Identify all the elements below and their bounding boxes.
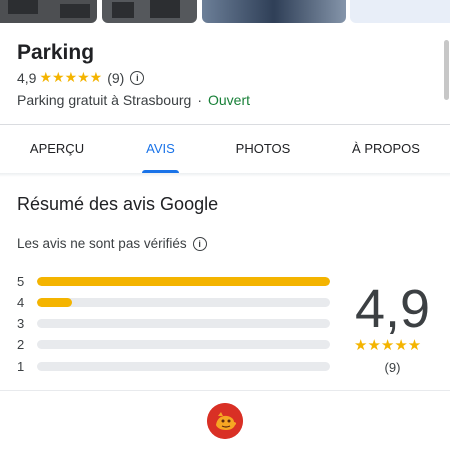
review-count: (9) (107, 69, 125, 86)
tab-label: PHOTOS (235, 141, 291, 156)
rating-bar-track (37, 277, 330, 286)
star-rating-icon: ★★★★★ (354, 337, 422, 354)
star-level-label: 5 (17, 274, 25, 289)
photo-thumbnail[interactable] (350, 0, 450, 23)
place-title: Parking (17, 41, 95, 64)
star-rating-icon: ★★★★★ (39, 69, 103, 85)
rating-bar-fill (37, 277, 330, 286)
separator-dot: · (197, 92, 202, 108)
total-review-count: (9) (384, 360, 401, 375)
reviews-disclaimer: Les avis ne sont pas vérifiés i (17, 236, 207, 251)
tab-photos[interactable]: PHOTOS (228, 125, 298, 173)
photo-thumbnail[interactable] (0, 0, 97, 23)
star-level-label: 3 (17, 316, 25, 331)
rating-value: 4,9 (17, 69, 37, 86)
disclaimer-text: Les avis ne sont pas vérifiés (17, 236, 187, 251)
monkey-icon (207, 403, 243, 439)
tab-label: À PROPOS (352, 141, 420, 156)
star-level-label: 2 (17, 337, 25, 352)
rating-summary[interactable]: 4,9 ★★★★★ (9) i (17, 69, 145, 86)
tab-a-propos[interactable]: À PROPOS (345, 125, 427, 173)
tab-apercu[interactable]: APERÇU (18, 125, 96, 173)
place-category: Parking gratuit à Strasbourg (17, 92, 192, 108)
tab-shadow (0, 173, 450, 177)
info-icon[interactable]: i (130, 70, 145, 85)
scrollbar[interactable] (444, 40, 449, 100)
rating-bar-track (37, 298, 330, 307)
photo-thumbnail[interactable] (202, 0, 346, 23)
star-level-label: 4 (17, 295, 25, 310)
rating-bar-fill (37, 298, 73, 307)
photo-thumbnail[interactable] (102, 0, 197, 23)
reviews-summary-title: Résumé des avis Google (17, 194, 219, 214)
divider (0, 390, 450, 391)
overall-score: 4,9 (354, 279, 431, 339)
tab-label: AVIS (146, 141, 175, 156)
info-icon[interactable]: i (192, 236, 207, 251)
tab-avis[interactable]: AVIS (142, 125, 179, 173)
tab-bar: APERÇU AVIS PHOTOS À PROPOS (0, 124, 450, 174)
reviewer-avatar[interactable] (207, 403, 243, 439)
star-level-label: 1 (17, 359, 25, 374)
rating-bar-track (37, 362, 330, 371)
photo-strip[interactable] (0, 0, 450, 23)
open-status: Ouvert (208, 92, 251, 108)
rating-bar-track (37, 340, 330, 349)
place-subtitle: Parking gratuit à Strasbourg · Ouvert (17, 92, 250, 108)
rating-bar-track (37, 319, 330, 328)
tab-label: APERÇU (29, 141, 85, 156)
